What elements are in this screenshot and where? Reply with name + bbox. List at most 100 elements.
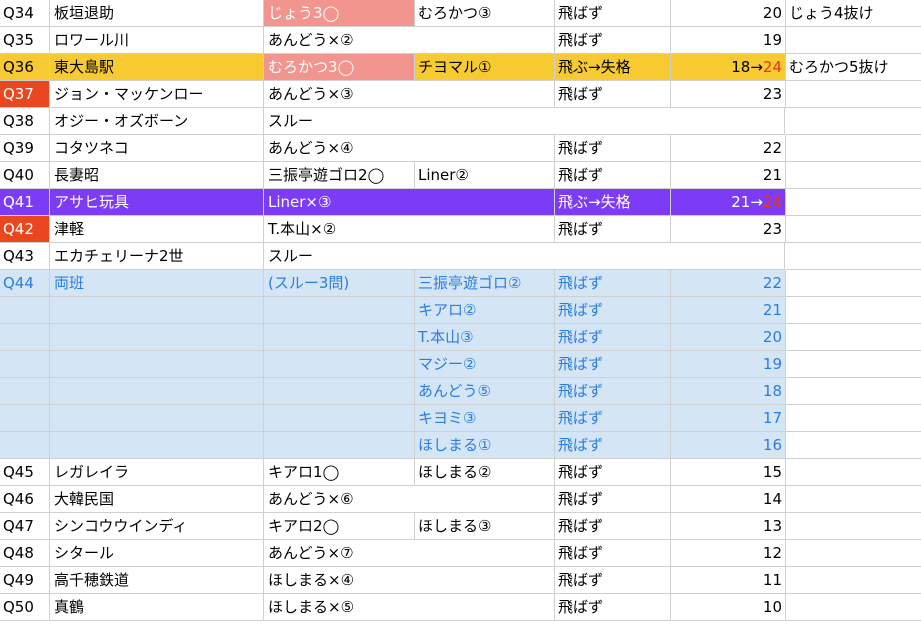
player-a-cell[interactable]: じょう3◯ bbox=[264, 0, 415, 27]
answer-cell[interactable]: シタール bbox=[50, 540, 264, 567]
note-cell[interactable] bbox=[786, 243, 921, 270]
note-cell[interactable]: じょう4抜け bbox=[786, 0, 921, 27]
note-cell[interactable] bbox=[786, 189, 921, 216]
result-cell[interactable]: 飛ばず bbox=[555, 459, 671, 486]
player-a-cell[interactable] bbox=[264, 432, 415, 459]
result-cell[interactable]: 飛ばず bbox=[555, 540, 671, 567]
score-cell[interactable]: 20 bbox=[671, 324, 786, 351]
player-b-cell[interactable]: 三振亭遊ゴロ② bbox=[415, 270, 555, 297]
note-cell[interactable] bbox=[786, 540, 921, 567]
result-cell[interactable]: 飛ばず bbox=[555, 162, 671, 189]
score-cell[interactable]: 21→24 bbox=[671, 189, 786, 216]
note-cell[interactable] bbox=[786, 432, 921, 459]
score-cell[interactable]: 19 bbox=[671, 27, 786, 54]
result-cell[interactable]: 飛ばず bbox=[555, 270, 671, 297]
answer-cell[interactable]: シンコウウインディ bbox=[50, 513, 264, 540]
player-a-cell[interactable] bbox=[264, 324, 415, 351]
score-cell[interactable]: 21 bbox=[671, 162, 786, 189]
score-cell[interactable]: 14 bbox=[671, 486, 786, 513]
answer-cell[interactable]: ロワール川 bbox=[50, 27, 264, 54]
player-a-cell[interactable]: ほしまる×⑤ bbox=[264, 594, 555, 621]
answer-cell[interactable]: 長妻昭 bbox=[50, 162, 264, 189]
answer-cell[interactable] bbox=[50, 405, 264, 432]
answer-cell[interactable]: 高千穂鉄道 bbox=[50, 567, 264, 594]
question-number-cell[interactable]: Q39 bbox=[0, 135, 50, 162]
question-number-cell[interactable]: Q48 bbox=[0, 540, 50, 567]
result-cell[interactable]: 飛ばず bbox=[555, 567, 671, 594]
answer-cell[interactable] bbox=[50, 351, 264, 378]
player-a-cell[interactable]: Liner×③ bbox=[264, 189, 555, 216]
question-number-cell[interactable]: Q46 bbox=[0, 486, 50, 513]
player-b-cell[interactable]: マジー② bbox=[415, 351, 555, 378]
score-cell[interactable]: 20 bbox=[671, 0, 786, 27]
note-cell[interactable] bbox=[786, 567, 921, 594]
answer-cell[interactable]: ジョン・マッケンロー bbox=[50, 81, 264, 108]
result-cell[interactable]: 飛ばず bbox=[555, 486, 671, 513]
player-b-cell[interactable]: あんどう⑤ bbox=[415, 378, 555, 405]
player-b-cell[interactable]: チヨマル① bbox=[415, 54, 555, 81]
score-cell[interactable]: 12 bbox=[671, 540, 786, 567]
question-number-cell[interactable]: Q40 bbox=[0, 162, 50, 189]
result-cell[interactable]: 飛ばず bbox=[555, 0, 671, 27]
player-a-cell[interactable]: キアロ1◯ bbox=[264, 459, 415, 486]
note-cell[interactable] bbox=[786, 324, 921, 351]
note-cell[interactable] bbox=[786, 351, 921, 378]
score-cell[interactable]: 19 bbox=[671, 351, 786, 378]
score-cell[interactable]: 15 bbox=[671, 459, 786, 486]
question-number-cell[interactable]: Q37 bbox=[0, 81, 50, 108]
note-cell[interactable] bbox=[786, 486, 921, 513]
player-a-cell[interactable] bbox=[264, 297, 415, 324]
question-number-cell[interactable]: Q49 bbox=[0, 567, 50, 594]
question-number-cell[interactable]: Q47 bbox=[0, 513, 50, 540]
result-cell[interactable]: 飛ばず bbox=[555, 351, 671, 378]
answer-cell[interactable]: 板垣退助 bbox=[50, 0, 264, 27]
question-number-cell[interactable] bbox=[0, 324, 50, 351]
answer-cell[interactable]: 大韓民国 bbox=[50, 486, 264, 513]
answer-cell[interactable]: レガレイラ bbox=[50, 459, 264, 486]
note-cell[interactable] bbox=[786, 405, 921, 432]
player-a-cell[interactable]: あんどう×⑥ bbox=[264, 486, 555, 513]
result-cell[interactable]: 飛ぶ→失格 bbox=[555, 189, 671, 216]
question-number-cell[interactable] bbox=[0, 405, 50, 432]
result-cell[interactable]: 飛ばず bbox=[555, 324, 671, 351]
player-a-cell[interactable]: スルー bbox=[264, 243, 785, 270]
note-cell[interactable] bbox=[786, 378, 921, 405]
question-number-cell[interactable] bbox=[0, 378, 50, 405]
result-cell[interactable]: 飛ばず bbox=[555, 405, 671, 432]
result-cell[interactable]: 飛ばず bbox=[555, 378, 671, 405]
answer-cell[interactable] bbox=[50, 324, 264, 351]
question-number-cell[interactable]: Q43 bbox=[0, 243, 50, 270]
score-cell[interactable]: 17 bbox=[671, 405, 786, 432]
score-cell[interactable]: 13 bbox=[671, 513, 786, 540]
note-cell[interactable] bbox=[786, 108, 921, 135]
answer-cell[interactable]: 津軽 bbox=[50, 216, 264, 243]
score-cell[interactable]: 21 bbox=[671, 297, 786, 324]
result-cell[interactable]: 飛ばず bbox=[555, 594, 671, 621]
score-cell[interactable]: 23 bbox=[671, 216, 786, 243]
answer-cell[interactable]: コタツネコ bbox=[50, 135, 264, 162]
note-cell[interactable] bbox=[786, 162, 921, 189]
result-cell[interactable]: 飛ばず bbox=[555, 27, 671, 54]
player-b-cell[interactable]: ほしまる① bbox=[415, 432, 555, 459]
player-a-cell[interactable]: T.本山×② bbox=[264, 216, 555, 243]
result-cell[interactable]: 飛ばず bbox=[555, 297, 671, 324]
question-number-cell[interactable]: Q44 bbox=[0, 270, 50, 297]
player-b-cell[interactable]: キヨミ③ bbox=[415, 405, 555, 432]
note-cell[interactable] bbox=[786, 81, 921, 108]
score-cell[interactable]: 18→24 bbox=[671, 54, 786, 81]
question-number-cell[interactable]: Q41 bbox=[0, 189, 50, 216]
question-number-cell[interactable]: Q38 bbox=[0, 108, 50, 135]
player-a-cell[interactable] bbox=[264, 378, 415, 405]
question-number-cell[interactable] bbox=[0, 432, 50, 459]
question-number-cell[interactable]: Q34 bbox=[0, 0, 50, 27]
answer-cell[interactable]: 両班 bbox=[50, 270, 264, 297]
answer-cell[interactable]: エカチェリーナ2世 bbox=[50, 243, 264, 270]
question-number-cell[interactable] bbox=[0, 297, 50, 324]
result-cell[interactable]: 飛ばず bbox=[555, 81, 671, 108]
player-a-cell[interactable]: あんどう×③ bbox=[264, 81, 555, 108]
question-number-cell[interactable]: Q35 bbox=[0, 27, 50, 54]
score-cell[interactable]: 18 bbox=[671, 378, 786, 405]
player-b-cell[interactable]: Liner② bbox=[415, 162, 555, 189]
note-cell[interactable] bbox=[786, 513, 921, 540]
player-a-cell[interactable]: あんどう×② bbox=[264, 27, 555, 54]
